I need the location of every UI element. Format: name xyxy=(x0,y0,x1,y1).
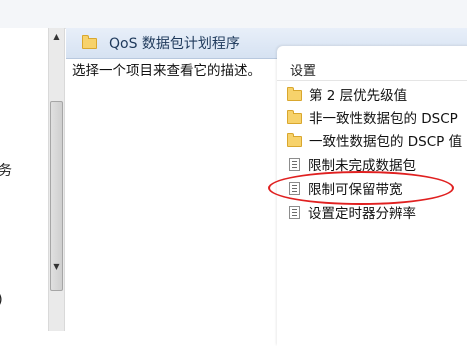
list-item-label: 一致性数据包的 DSCP 值 xyxy=(309,134,463,150)
tree-pane-top xyxy=(0,0,48,28)
scroll-down-arrow-icon[interactable]: ▼ xyxy=(49,258,64,275)
policy-document-icon xyxy=(289,157,300,171)
description-text: 选择一个项目来查看它的描述。 xyxy=(72,63,261,79)
scroll-up-arrow-icon[interactable]: ▲ xyxy=(49,28,64,45)
page-title: QoS 数据包计划程序 xyxy=(109,36,240,52)
red-highlight-ellipse xyxy=(268,171,454,205)
list-item-label: 设置定时器分辨率 xyxy=(308,206,416,222)
list-item-label: 第 2 层优先级值 xyxy=(309,88,408,104)
folder-icon xyxy=(287,87,302,101)
tree-pane: 务 s) xyxy=(0,0,48,331)
top-toolbar-strip xyxy=(0,0,467,29)
policy-document-icon xyxy=(289,205,300,219)
folder-icon xyxy=(82,34,97,49)
tree-item-partial[interactable]: s) xyxy=(0,292,3,308)
list-item[interactable]: 第 2 层优先级值 xyxy=(287,83,407,105)
list-item[interactable]: 一致性数据包的 DSCP 值 xyxy=(287,129,462,151)
list-item[interactable]: 非一致性数据包的 DSCP xyxy=(287,106,458,128)
folder-icon xyxy=(287,133,302,147)
list-item-label: 非一致性数据包的 DSCP xyxy=(309,111,458,127)
tree-item-partial[interactable]: 务 xyxy=(0,160,12,180)
column-divider xyxy=(277,80,467,81)
tree-scrollbar[interactable]: ▲ ▼ xyxy=(48,28,65,331)
folder-icon xyxy=(287,110,302,124)
column-header-setting[interactable]: 设置 xyxy=(290,60,316,79)
